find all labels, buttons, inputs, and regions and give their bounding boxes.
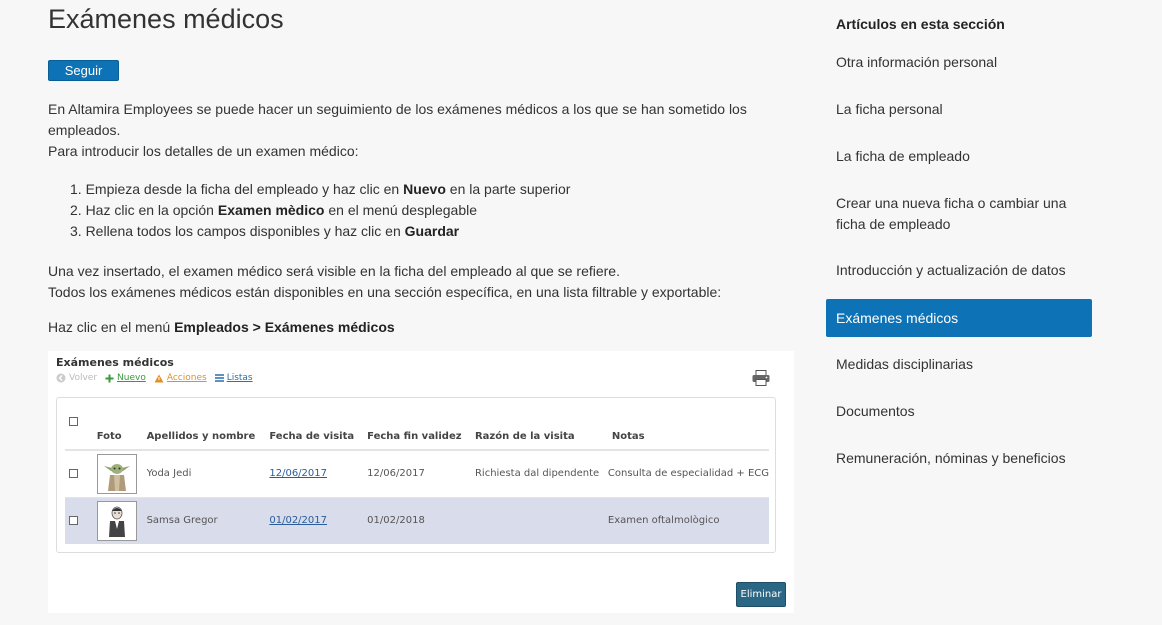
page-title: Exámenes médicos: [48, 4, 284, 34]
new-label: Nuevo: [117, 373, 146, 383]
list-item: 1. Empieza desde la ficha del empleado y…: [70, 179, 570, 200]
delete-button: Eliminar: [736, 582, 786, 607]
new-button: Nuevo: [105, 373, 146, 383]
select-all-cell: [65, 412, 97, 451]
exams-table: Foto Apellidos y nombre Fecha de visita …: [65, 412, 769, 544]
sidebar-item-examenes-medicos[interactable]: Exámenes médicos: [826, 299, 1092, 337]
row-checkbox-cell: [65, 450, 97, 498]
step-text: 3. Rellena todos los campos disponibles …: [70, 223, 405, 239]
valid-until-cell: 01/02/2018: [367, 497, 475, 544]
list-item: 3. Rellena todos los campos disponibles …: [70, 221, 570, 242]
sidebar-item-medidas-disciplinarias[interactable]: Medidas disciplinarias: [826, 354, 1092, 375]
step-bold: Nuevo: [403, 181, 446, 197]
row-checkbox: [69, 468, 78, 478]
table-row: Yoda Jedi 12/06/2017 12/06/2017 Richiest…: [65, 450, 769, 498]
after-paragraph: Una vez insertado, el examen médico será…: [48, 261, 788, 303]
sidebar-item-otra-informacion-personal[interactable]: Otra información personal: [826, 52, 1092, 73]
yoda-avatar-icon: [103, 463, 130, 491]
column-header: Foto: [96, 412, 147, 451]
name-cell: Samsa Gregor: [146, 497, 270, 544]
sidebar-item-documentos[interactable]: Documentos: [826, 401, 1092, 422]
visit-date-cell: 12/06/2017: [269, 450, 368, 498]
visit-date-link: 12/06/2017: [269, 468, 327, 480]
step-bold: Examen mèdico: [217, 202, 325, 218]
step-text: en la parte superior: [445, 181, 571, 197]
reason-cell: Richiesta dal dipendente: [474, 450, 608, 498]
printer-icon: [752, 370, 770, 386]
actions-button: Acciones: [154, 373, 207, 383]
screenshot-toolbar: Volver Nuevo Acciones Listas: [56, 373, 253, 383]
step-bold: Guardar: [404, 223, 460, 239]
lists-label: Listas: [226, 373, 253, 383]
visit-date-link: 01/02/2017: [269, 515, 327, 527]
photo-cell: [96, 497, 147, 544]
sidebar-item-introduccion-datos[interactable]: Introducción y actualización de datos: [826, 260, 1092, 281]
list-icon: [214, 374, 224, 382]
gregor-avatar-icon: [108, 506, 125, 537]
embedded-screenshot: Exámenes médicos Volver Nuevo Acciones L…: [48, 351, 794, 613]
after-text: Una vez insertado, el examen médico será…: [48, 263, 620, 279]
valid-until-cell: 12/06/2017: [367, 450, 475, 498]
notes-cell: Consulta de especialidad + ECG: [607, 450, 769, 498]
warning-icon: [154, 374, 164, 382]
menu-text: Haz clic en el menú: [48, 319, 175, 335]
follow-button[interactable]: Seguir: [48, 60, 119, 81]
back-icon: [56, 373, 66, 383]
step-text: 2. Haz clic en la opción: [70, 202, 218, 218]
steps-list: 1. Empieza desde la ficha del empleado y…: [70, 179, 570, 242]
screenshot-title: Exámenes médicos: [56, 356, 174, 369]
list-item: 2. Haz clic en la opción Examen mèdico e…: [70, 200, 570, 221]
reason-cell: [474, 497, 608, 544]
row-checkbox-cell: [65, 497, 97, 544]
table-row: Samsa Gregor 01/02/2017 01/02/2018 Exame…: [65, 497, 769, 544]
column-header: Fecha fin validez: [367, 412, 475, 451]
avatar: [96, 500, 137, 541]
lists-button: Listas: [214, 373, 253, 383]
back-button: Volver: [56, 373, 97, 383]
sidebar-item-ficha-personal[interactable]: La ficha personal: [826, 99, 1092, 120]
grid-container: Foto Apellidos y nombre Fecha de visita …: [56, 397, 776, 553]
plus-icon: [105, 374, 114, 382]
column-header: Fecha de visita: [269, 412, 368, 451]
select-all-checkbox: [69, 416, 78, 426]
step-text: 1. Empieza desde la ficha del empleado y…: [70, 181, 404, 197]
column-header: Notas: [607, 412, 769, 451]
sidebar-item-remuneracion[interactable]: Remuneración, nóminas y beneficios: [826, 448, 1092, 469]
row-checkbox: [69, 515, 78, 525]
actions-label: Acciones: [166, 373, 207, 383]
column-header: Apellidos y nombre: [146, 412, 270, 451]
after-text-2: Todos los exámenes médicos están disponi…: [48, 284, 722, 300]
photo-cell: [96, 450, 147, 498]
name-cell: Yoda Jedi: [146, 450, 270, 498]
sidebar-item-crear-ficha[interactable]: Crear una nueva ficha o cambiar una fich…: [826, 193, 1092, 235]
menu-path: Empleados > Exámenes médicos: [174, 319, 395, 335]
table-header: Foto Apellidos y nombre Fecha de visita …: [65, 412, 769, 451]
avatar: [96, 453, 137, 494]
intro-paragraph: En Altamira Employees se puede hacer un …: [48, 99, 788, 162]
intro-text: En Altamira Employees se puede hacer un …: [48, 101, 747, 138]
intro-text-2: Para introducir los detalles de un exame…: [48, 143, 359, 159]
sidebar-item-ficha-empleado[interactable]: La ficha de empleado: [826, 146, 1092, 167]
back-label: Volver: [69, 373, 98, 383]
visit-date-cell: 01/02/2017: [269, 497, 368, 544]
menu-instruction: Haz clic en el menú Empleados > Exámenes…: [48, 317, 395, 338]
notes-cell: Examen oftalmològico: [607, 497, 769, 544]
column-header: Razón de la visita: [474, 412, 608, 451]
sidebar-heading: Artículos en esta sección: [836, 16, 1005, 32]
step-text: en el menú desplegable: [324, 202, 478, 218]
